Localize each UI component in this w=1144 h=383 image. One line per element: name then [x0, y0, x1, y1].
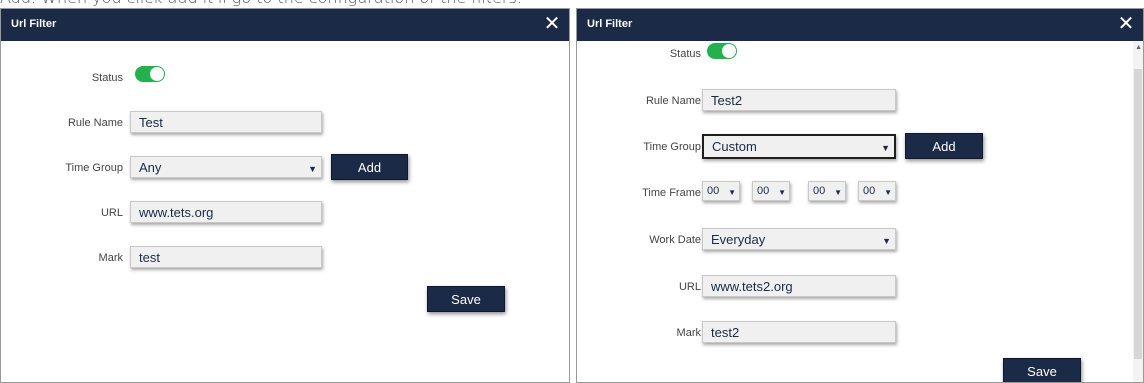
toggle-knob: [150, 67, 164, 81]
chevron-down-icon: ▼: [308, 164, 317, 174]
url-input[interactable]: www.tets.org: [130, 201, 322, 223]
work-date-value: Everyday: [711, 232, 766, 247]
add-button[interactable]: Add: [331, 154, 408, 180]
close-icon[interactable]: ✕: [541, 12, 563, 36]
time-frame-value: 00: [813, 185, 826, 197]
url-label: URL: [100, 207, 123, 219]
time-frame-end-minute-select[interactable]: 00 ▼: [858, 181, 896, 201]
status-toggle[interactable]: [707, 43, 737, 59]
mark-label: Mark: [676, 327, 701, 339]
status-toggle[interactable]: [135, 66, 165, 82]
chevron-down-icon: ▼: [728, 188, 736, 197]
chevron-down-icon: ▼: [881, 143, 890, 153]
work-date-select[interactable]: Everyday ▼: [702, 228, 896, 250]
time-group-select[interactable]: Any ▼: [130, 156, 322, 178]
chevron-down-icon: ▼: [778, 188, 786, 197]
save-button[interactable]: Save: [1003, 358, 1081, 382]
dialog-header: Url Filter ✕: [577, 9, 1143, 41]
work-date-label: Work Date: [649, 234, 701, 246]
scroll-up-arrow-icon[interactable]: ▲: [1135, 44, 1142, 51]
toggle-knob: [722, 44, 736, 58]
instruction-caption: Add. When you click add it'll go to the …: [0, 0, 1144, 8]
close-icon[interactable]: ✕: [1115, 12, 1137, 36]
dialog-header: Url Filter ✕: [1, 9, 569, 41]
url-filter-dialog-left: Url Filter ✕ Status Rule Name Test Time …: [0, 8, 570, 383]
time-frame-value: 00: [863, 185, 876, 197]
chevron-down-icon: ▼: [884, 188, 892, 197]
chevron-down-icon: ▼: [882, 236, 891, 246]
rule-name-label: Rule Name: [645, 95, 701, 107]
time-frame-value: 00: [707, 185, 720, 197]
add-button[interactable]: Add: [905, 133, 983, 159]
chevron-down-icon: ▼: [834, 188, 842, 197]
scrollbar-thumb[interactable]: [1134, 69, 1142, 359]
time-frame-value: 00: [757, 185, 770, 197]
time-group-value: Custom: [712, 139, 757, 154]
time-group-label: Time Group: [65, 162, 123, 174]
time-group-select[interactable]: Custom ▼: [702, 134, 896, 159]
dialog-title: Url Filter: [587, 18, 633, 30]
time-group-value: Any: [139, 160, 162, 175]
time-frame-start-minute-select[interactable]: 00 ▼: [752, 181, 790, 201]
dialog-title: Url Filter: [11, 18, 57, 30]
time-group-label: Time Group: [643, 141, 701, 153]
url-input[interactable]: www.tets2.org: [702, 275, 896, 297]
save-button[interactable]: Save: [427, 286, 505, 312]
url-filter-dialog-right: Url Filter ✕ Status Rule Name Test2 Time…: [576, 8, 1144, 383]
rule-name-input[interactable]: Test: [130, 111, 322, 133]
url-label: URL: [678, 281, 701, 293]
time-frame-start-hour-select[interactable]: 00 ▼: [702, 181, 740, 201]
time-frame-end-hour-select[interactable]: 00 ▼: [808, 181, 846, 201]
status-label: Status: [669, 48, 701, 60]
mark-label: Mark: [98, 252, 123, 264]
mark-input[interactable]: test2: [702, 321, 896, 343]
status-label: Status: [91, 72, 123, 84]
time-frame-label: Time Frame: [642, 187, 701, 199]
rule-name-label: Rule Name: [67, 117, 123, 129]
rule-name-input[interactable]: Test2: [702, 89, 896, 111]
mark-input[interactable]: test: [130, 246, 322, 268]
